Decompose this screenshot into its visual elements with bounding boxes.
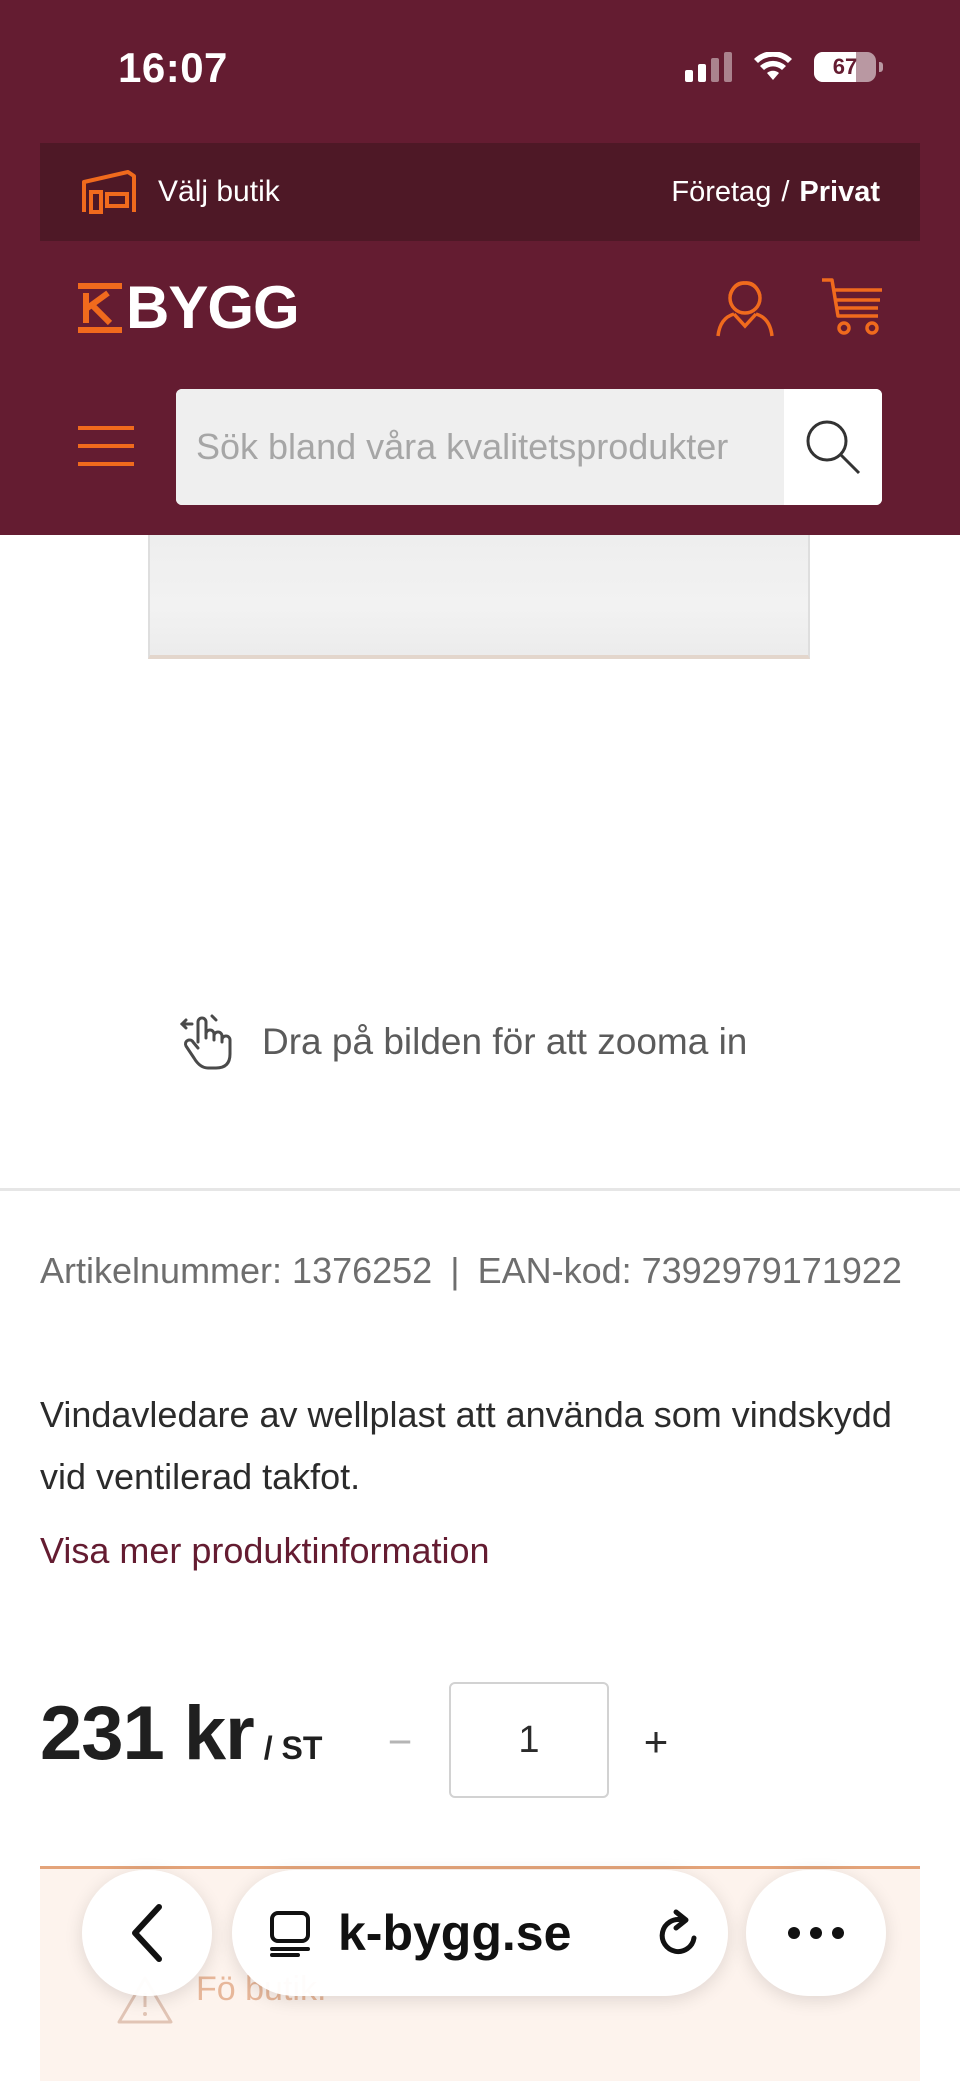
hand-swipe-icon (180, 1014, 232, 1070)
reload-icon[interactable] (656, 1908, 702, 1958)
zoom-hint-text: Dra på bilden för att zooma in (262, 1021, 748, 1062)
more-dot (832, 1927, 844, 1939)
product-description: Vindavledare av wellplast att använda so… (40, 1394, 892, 1497)
search-input[interactable]: Sök bland våra kvalitetsprodukter (176, 389, 784, 505)
ean-code: EAN-kod: 7392979171922 (477, 1250, 902, 1291)
status-icons: 67 (685, 52, 883, 82)
more-dot (788, 1927, 800, 1939)
browser-url[interactable]: k-bygg.se (338, 1904, 656, 1962)
quantity-decrement-button[interactable]: − (378, 1706, 422, 1778)
article-number: Artikelnummer: 1376252 (40, 1250, 433, 1291)
search-button[interactable] (784, 389, 882, 505)
customer-type-switch: Företag / Privat (671, 176, 880, 209)
status-time: 16:07 (118, 44, 228, 91)
more-dot (810, 1927, 822, 1939)
browser-back-button[interactable] (82, 1870, 212, 1996)
article-info: Artikelnummer: 1376252 | EAN-kod: 73929791… (40, 1250, 902, 1291)
quantity-input[interactable]: 1 (449, 1682, 609, 1798)
section-divider (0, 1188, 960, 1191)
search-icon (806, 420, 861, 475)
segment-business[interactable]: Företag (671, 176, 771, 208)
choose-store-button[interactable]: Välj butik (158, 175, 280, 209)
account-icon[interactable] (712, 274, 778, 338)
site-header: 16:07 67 Välj butik Företag / Privat BYG… (0, 0, 960, 535)
store-icon[interactable] (80, 168, 138, 216)
store-bar: Välj butik Företag / Privat (40, 143, 920, 241)
cart-icon[interactable] (820, 276, 886, 336)
ios-status-bar: 16:07 67 (0, 0, 960, 140)
price-value: 231 kr (40, 1691, 255, 1776)
logo-text: BYGG (126, 274, 300, 341)
zoom-hint: Dra på bilden för att zooma in (180, 1012, 747, 1072)
search-bar: Sök bland våra kvalitetsprodukter (176, 389, 882, 505)
price-unit: / ST (263, 1730, 323, 1766)
browser-more-button[interactable] (746, 1870, 886, 1996)
more-product-info-link[interactable]: Visa mer produktinformation (40, 1530, 490, 1572)
product-price: 231 kr / ST (40, 1690, 322, 1777)
hamburger-menu-icon[interactable] (78, 424, 134, 468)
browser-address-bar[interactable]: k-bygg.se (232, 1870, 728, 1996)
segment-private[interactable]: Privat (799, 176, 880, 208)
segment-separator: / (781, 175, 790, 208)
product-image[interactable] (148, 535, 810, 659)
quantity-increment-button[interactable]: + (634, 1706, 678, 1778)
logo-k-mark (78, 283, 122, 333)
reader-mode-icon[interactable] (268, 1909, 316, 1957)
kbygg-logo[interactable]: BYGG (78, 274, 300, 341)
battery-level: 67 (832, 54, 858, 79)
chevron-left-icon (132, 1904, 162, 1962)
cellular-signal-icon (685, 52, 732, 82)
wifi-icon (754, 52, 792, 80)
battery-icon: 67 (814, 52, 883, 82)
